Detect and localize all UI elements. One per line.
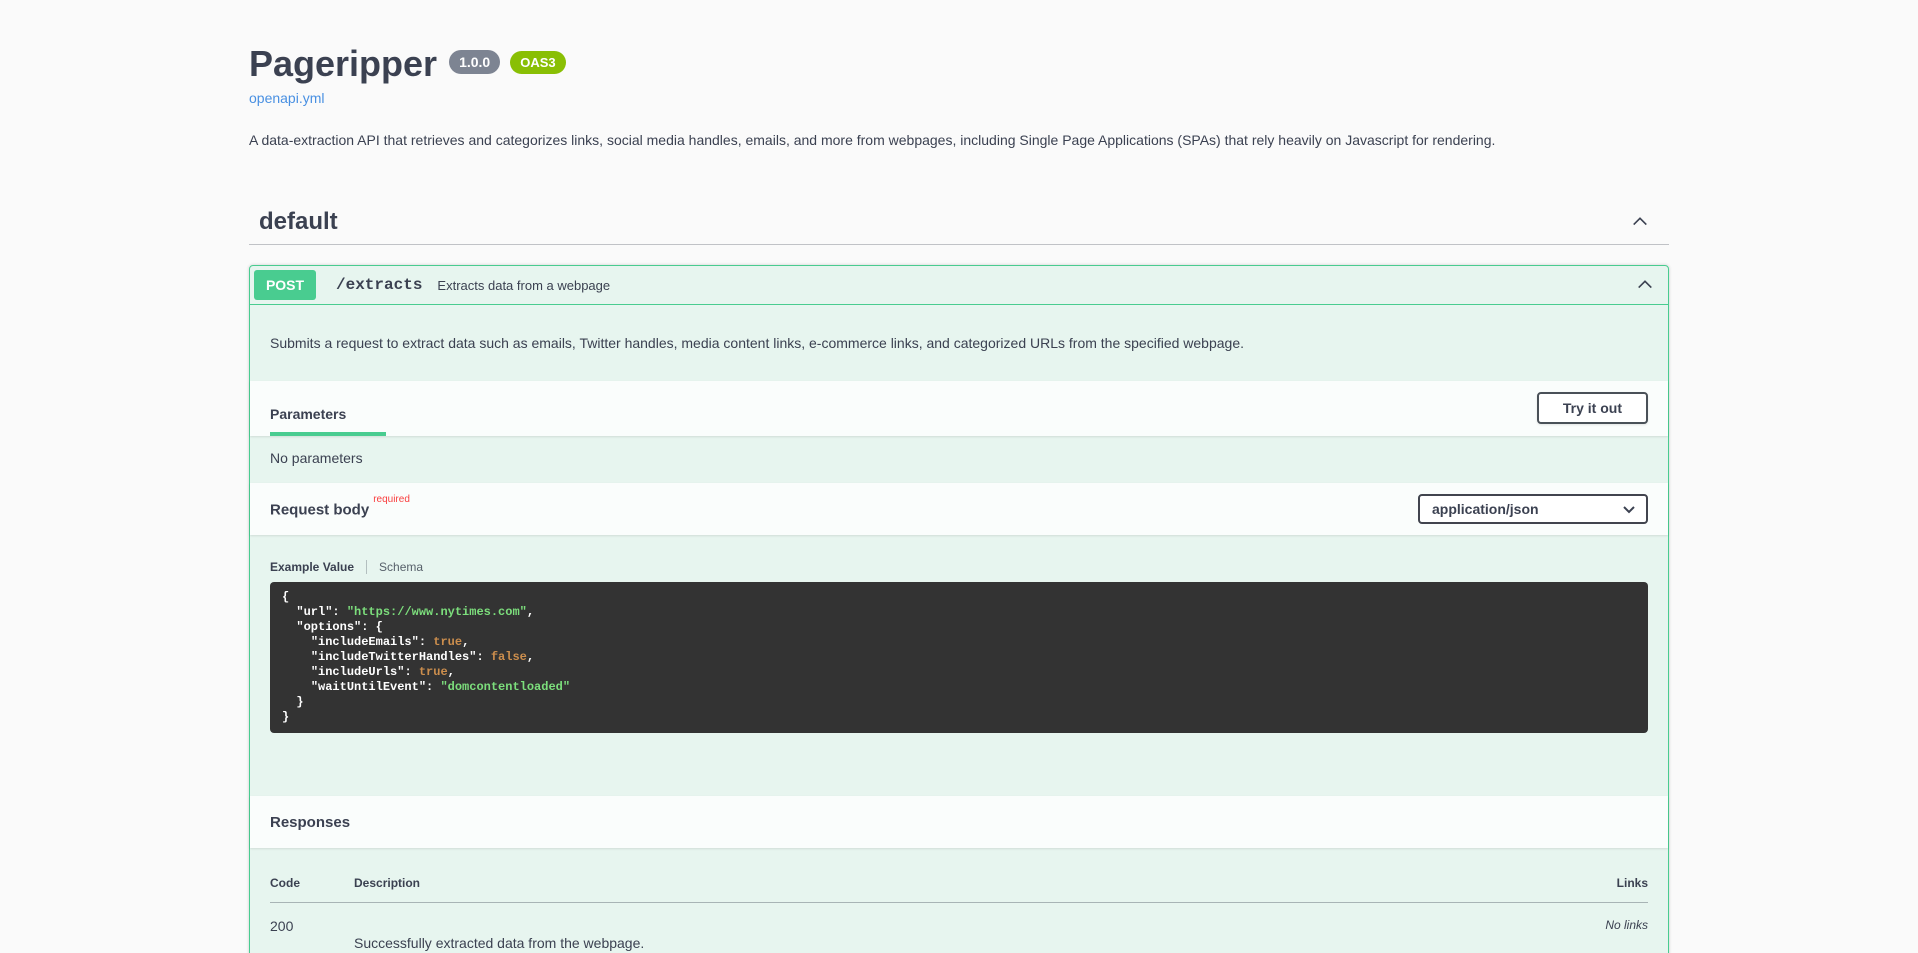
operation-description: Submits a request to extract data such a… (250, 305, 1668, 381)
operation-summary[interactable]: POST /extracts Extracts data from a webp… (250, 266, 1668, 305)
method-badge: POST (254, 270, 316, 300)
chevron-up-icon (1636, 277, 1654, 294)
version-badge: 1.0.0 (449, 50, 500, 74)
opblock-post-extracts: POST /extracts Extracts data from a webp… (249, 265, 1669, 953)
content-type-dropdown[interactable]: application/json (1418, 494, 1648, 524)
column-header-links: Links (1528, 868, 1648, 903)
request-body-title-wrap: Request bodyrequired (270, 500, 410, 519)
tag-header[interactable]: default (249, 198, 1669, 245)
information-container: Pageripper 1.0.0 OAS3 openapi.yml A data… (229, 0, 1689, 148)
table-row-response-200: 200 Successfully extracted data from the… (270, 903, 1648, 952)
request-body-header: Request bodyrequired application/json (250, 483, 1668, 535)
operation-summary-description: Extracts data from a webpage (437, 278, 610, 293)
collapse-operation-button[interactable] (1636, 277, 1654, 294)
tab-schema[interactable]: Schema (366, 560, 423, 574)
responses-table-header-row: Code Description Links (270, 868, 1648, 903)
column-header-code: Code (270, 868, 354, 903)
responses-table-wrap: Code Description Links 200 Successfully … (250, 848, 1668, 953)
page-title: Pageripper (249, 42, 437, 85)
title-row: Pageripper 1.0.0 OAS3 (249, 42, 1669, 85)
content-type-value: application/json (1432, 501, 1539, 517)
responses-table: Code Description Links 200 Successfully … (270, 868, 1648, 951)
request-example-code: { "url": "https://www.nytimes.com", "opt… (270, 582, 1648, 733)
parameters-header: Parameters Try it out (250, 381, 1668, 436)
api-description: A data-extraction API that retrieves and… (249, 132, 1669, 148)
response-code: 200 (270, 903, 354, 952)
required-label: required (373, 494, 410, 505)
response-links: No links (1528, 903, 1648, 952)
no-parameters-message: No parameters (250, 436, 1668, 483)
tag-section-default: default POST /extracts Extracts data fro… (249, 198, 1669, 953)
operation-path: /extracts (326, 276, 432, 294)
request-body-title: Request body (270, 501, 369, 518)
tab-example-value[interactable]: Example Value (270, 560, 366, 574)
tag-name: default (259, 208, 338, 236)
opblock-body: Submits a request to extract data such a… (250, 305, 1668, 953)
spec-link[interactable]: openapi.yml (249, 90, 325, 106)
chevron-up-icon (1631, 214, 1649, 231)
model-example: Example Value Schema { "url": "https://w… (250, 535, 1668, 796)
swagger-ui-page: Pageripper 1.0.0 OAS3 openapi.yml A data… (0, 0, 1918, 953)
response-description: Successfully extracted data from the web… (354, 903, 1528, 952)
collapse-section-button[interactable] (1631, 214, 1649, 231)
oas3-badge: OAS3 (510, 51, 565, 74)
responses-title: Responses (270, 814, 350, 831)
try-it-out-button[interactable]: Try it out (1537, 392, 1648, 424)
operations-container: default POST /extracts Extracts data fro… (229, 198, 1689, 953)
responses-header: Responses (250, 796, 1668, 848)
tab-parameters[interactable]: Parameters (270, 390, 386, 436)
example-tabs: Example Value Schema (270, 560, 1648, 574)
column-header-description: Description (354, 868, 1528, 903)
